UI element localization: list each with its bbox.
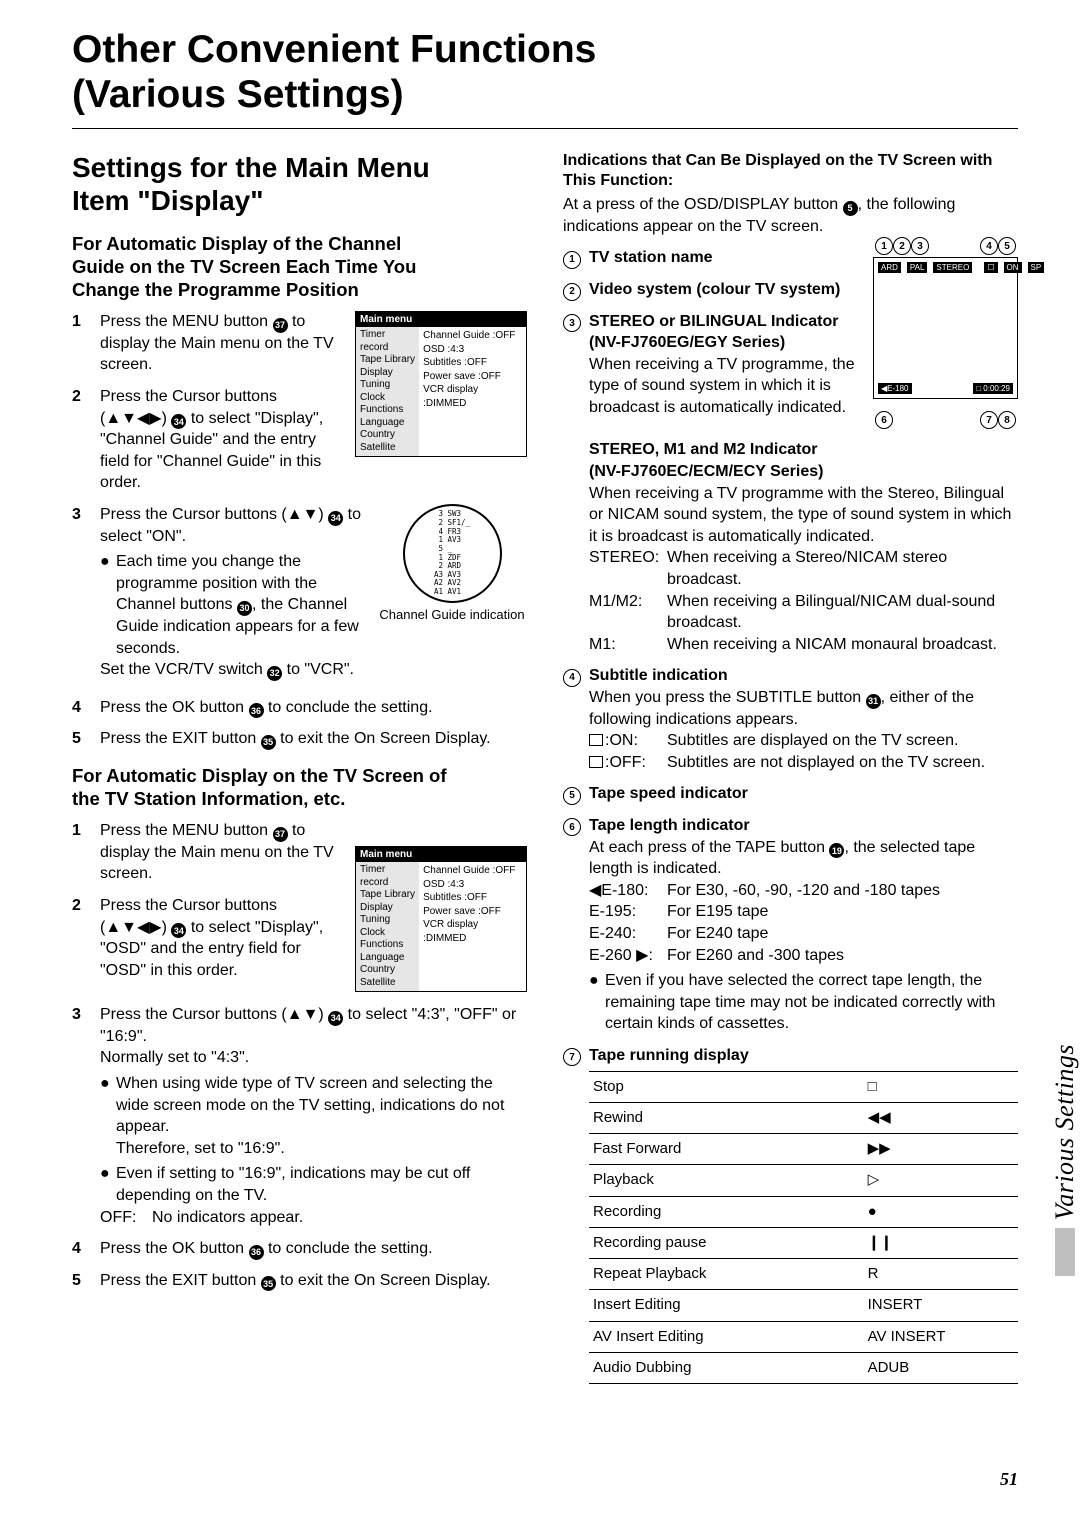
- subtitle-icon: [589, 734, 603, 746]
- subtitle-icon: [589, 756, 603, 768]
- table-row: Repeat PlaybackR: [589, 1259, 1018, 1290]
- page: Other Convenient Functions (Various Sett…: [0, 0, 1080, 1526]
- table-row: Insert EditingINSERT: [589, 1290, 1018, 1321]
- button-ref-37: 37: [273, 318, 288, 333]
- section-heading: Settings for the Main Menu Item "Display…: [72, 151, 527, 218]
- channel-guide-circle: 3 SW3 2 SF1/_ 4 FR3 1 AV3 5 _ 1 ZDF 2 AR…: [403, 504, 502, 603]
- step-2-2: 2 Press the Cursor buttons (▲▼◀▶) 34 to …: [72, 895, 345, 981]
- page-title-line2: (Various Settings): [72, 73, 1018, 118]
- right-column: Indications that Can Be Displayed on the…: [563, 151, 1018, 1388]
- channel-guide-figure: 3 SW3 2 SF1/_ 4 FR3 1 AV3 5 _ 1 ZDF 2 AR…: [377, 504, 527, 622]
- diagram-screen: ARD PAL STEREO ☐ ON SP ◀E-180 □ 0:00:29: [873, 257, 1018, 399]
- page-title-line1: Other Convenient Functions: [72, 28, 1018, 73]
- right-heading: Indications that Can Be Displayed on the…: [563, 151, 1018, 193]
- side-tab: Various Settings: [1050, 1044, 1080, 1276]
- table-row: Recording●: [589, 1196, 1018, 1227]
- indicator-5: 5 Tape speed indicator: [563, 783, 1018, 805]
- side-tab-label: Various Settings: [1050, 1044, 1080, 1220]
- menu-right-vals: Channel Guide :OFF OSD :4:3 Subtitles :O…: [419, 327, 526, 456]
- button-ref-31: 31: [866, 694, 881, 709]
- tape-running-table: Stop□Rewind◀◀Fast Forward▶▶Playback▷Reco…: [589, 1071, 1018, 1385]
- indicator-6: 6 Tape length indicator At each press of…: [563, 815, 1018, 1035]
- indicator-4: 4 Subtitle indication When you press the…: [563, 665, 1018, 773]
- table-row: Fast Forward▶▶: [589, 1134, 1018, 1165]
- table-row: Stop□: [589, 1071, 1018, 1102]
- step-2-3: 3 Press the Cursor buttons (▲▼) 34 to se…: [72, 1004, 527, 1228]
- h2-line1: Settings for the Main Menu: [72, 152, 430, 183]
- h2-line2: Item "Display": [72, 185, 264, 216]
- table-row: Recording pause❙❙: [589, 1227, 1018, 1258]
- diagram-top-labels: 1 2 3 4 5: [873, 237, 1018, 257]
- step-1-4: 4 Press the OK button 36 to conclude the…: [72, 697, 527, 719]
- table-row: Playback▷: [589, 1165, 1018, 1196]
- step-2-4: 4 Press the OK button 36 to conclude the…: [72, 1238, 527, 1260]
- button-ref-19: 19: [829, 843, 844, 858]
- two-column-layout: Settings for the Main Menu Item "Display…: [72, 151, 1018, 1388]
- indicator-3b: STEREO, M1 and M2 Indicator (NV-FJ760EC/…: [563, 439, 1018, 655]
- indicator-3: 3 STEREO or BILINGUAL Indicator (NV-FJ76…: [563, 311, 863, 419]
- menu-left-list: Timer record Tape Library Display Tuning…: [356, 327, 419, 456]
- button-ref-30: 30: [237, 601, 252, 616]
- diagram-bottom-labels: 6 7 8: [873, 399, 1018, 429]
- table-row: Rewind◀◀: [589, 1102, 1018, 1133]
- button-ref-32: 32: [267, 666, 282, 681]
- button-ref-34: 34: [171, 414, 186, 429]
- side-tab-bar: [1055, 1228, 1075, 1276]
- title-rule: [72, 128, 1018, 129]
- button-ref-5: 5: [843, 201, 858, 216]
- indicator-1: 1 TV station name: [563, 247, 863, 269]
- subheading-1: For Automatic Display of the Channel Gui…: [72, 232, 527, 301]
- channel-guide-caption: Channel Guide indication: [377, 607, 527, 622]
- step-2-1: 1 Press the MENU button 37 to display th…: [72, 820, 345, 885]
- table-row: AV Insert EditingAV INSERT: [589, 1321, 1018, 1352]
- main-menu-box-2: Main menu Timer record Tape Library Disp…: [355, 846, 527, 992]
- table-row: Audio DubbingADUB: [589, 1352, 1018, 1383]
- page-title-block: Other Convenient Functions (Various Sett…: [72, 28, 1018, 129]
- indicator-2: 2 Video system (colour TV system): [563, 279, 863, 301]
- step-2-5: 5 Press the EXIT button 35 to exit the O…: [72, 1270, 527, 1292]
- button-ref-36: 36: [249, 703, 264, 718]
- page-number: 51: [1000, 1469, 1018, 1490]
- subheading-2: For Automatic Display on the TV Screen o…: [72, 764, 527, 810]
- step-1-5: 5 Press the EXIT button 35 to exit the O…: [72, 728, 527, 750]
- main-menu-title: Main menu: [356, 312, 526, 327]
- tv-screen-diagram: 1 2 3 4 5 ARD PAL STEREO ☐ ON SP: [873, 237, 1018, 429]
- right-lead: At a press of the OSD/DISPLAY button 5, …: [563, 194, 1018, 237]
- step-1-1: 1 Press the MENU button 37 to display th…: [72, 311, 345, 376]
- step-1-2: 2 Press the Cursor buttons (▲▼◀▶) 34 to …: [72, 386, 345, 494]
- main-menu-box-1: Main menu Timer record Tape Library Disp…: [355, 311, 527, 457]
- step-1-3: 3 Press the Cursor buttons (▲▼) 34 to se…: [72, 504, 367, 681]
- button-ref-35: 35: [261, 735, 276, 750]
- indicator-7: 7 Tape running display Stop□Rewind◀◀Fast…: [563, 1045, 1018, 1384]
- left-column: Settings for the Main Menu Item "Display…: [72, 151, 527, 1388]
